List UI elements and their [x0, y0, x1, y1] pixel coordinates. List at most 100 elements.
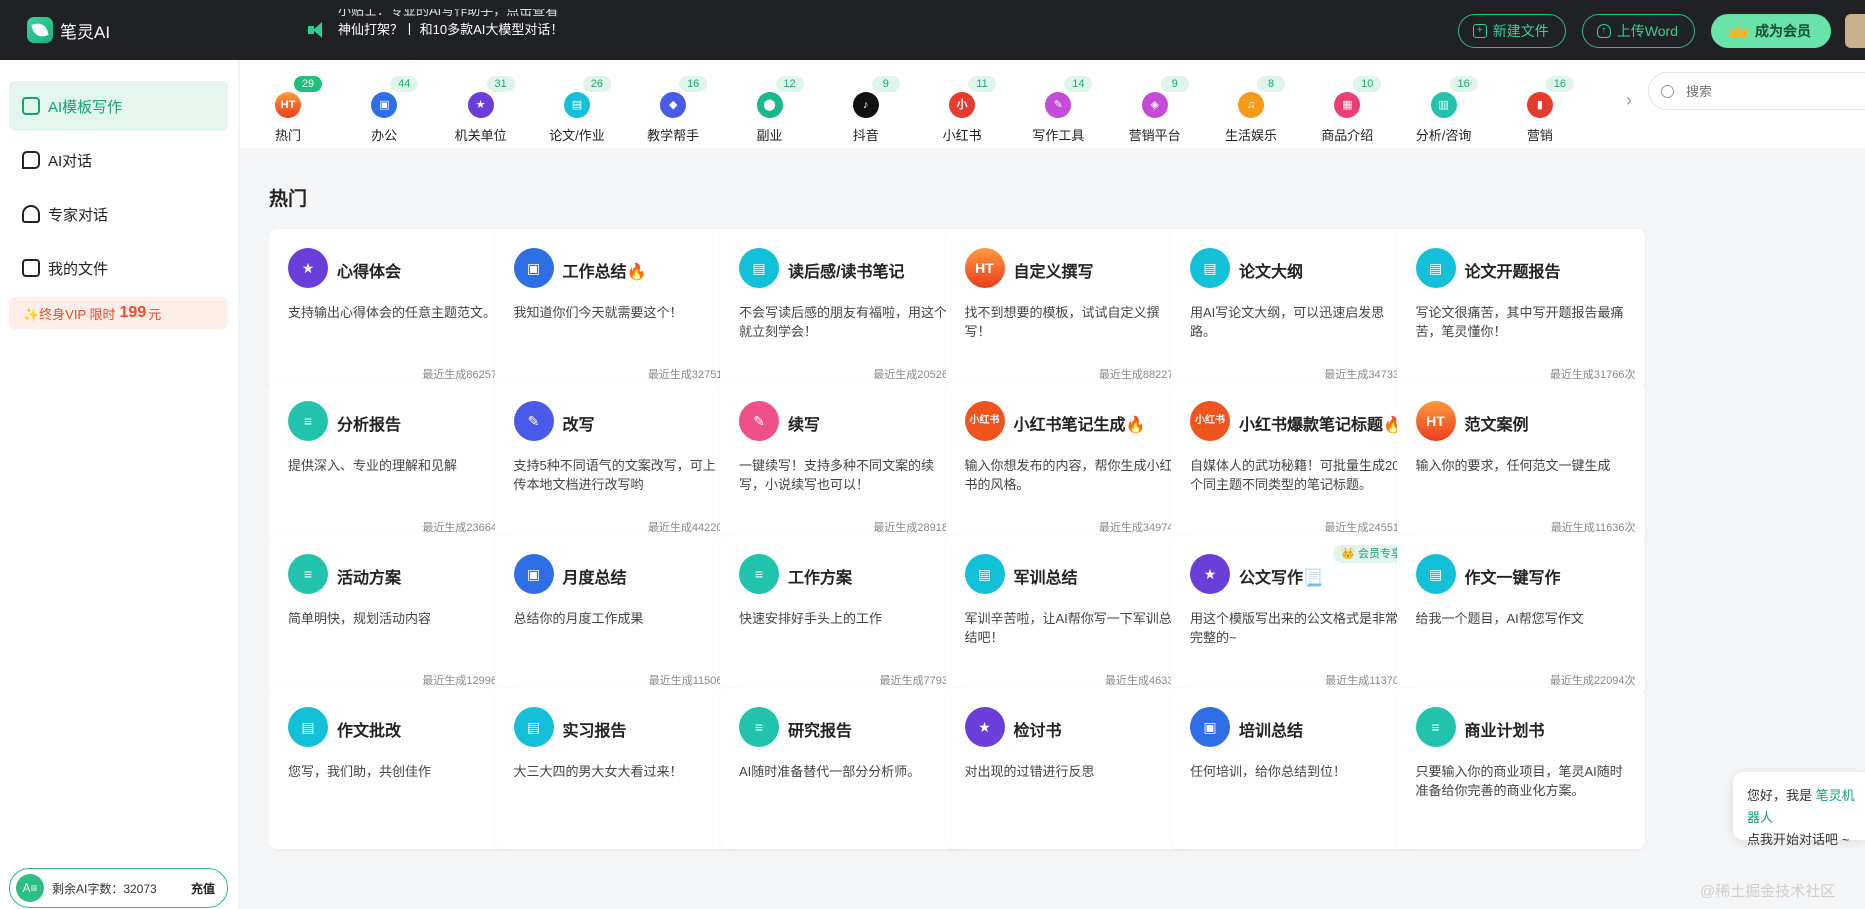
- template-card[interactable]: HT 范文案例 输入你的要求，任何范文一键生成 最近生成11636次: [1396, 382, 1645, 543]
- category-tab[interactable]: 10 ▦ 商品介绍: [1299, 68, 1395, 146]
- logo[interactable]: 笔灵AI: [27, 17, 110, 43]
- card-title: 心得体会: [337, 264, 402, 281]
- template-card[interactable]: 小红书 小红书爆款笔记标题🔥 自媒体人的武功秘籍！可批量生成20个同主题不同类型的笔…: [1171, 382, 1419, 543]
- template-icon: ▤: [513, 707, 554, 747]
- card-description: 一键续写！支持多种不同文案的续写，小说续写也可以！: [739, 458, 935, 492]
- template-icon: HT: [1415, 401, 1456, 441]
- card-title: 续写: [788, 417, 821, 434]
- user-avatar[interactable]: [1845, 14, 1865, 48]
- category-tab[interactable]: 12 ⬤ 副业: [722, 68, 818, 146]
- template-card[interactable]: ▤ 论文大纲 用AI写论文大纲，可以迅速启发思路。 最近生成34733次: [1171, 229, 1419, 390]
- template-card[interactable]: ≡ 活动方案 简单明快，规划活动内容 最近生成12996次: [269, 535, 517, 696]
- card-description: 总结你的月度工作成果: [513, 611, 644, 626]
- template-card[interactable]: 小红书 小红书笔记生成🔥 输入你想发布的内容，帮你生成小红书的风格。 最近生成3497…: [945, 382, 1194, 543]
- category-tab[interactable]: 31 ★ 机关单位: [433, 68, 529, 146]
- category-icon: ▦: [1334, 92, 1361, 118]
- template-card[interactable]: ✎ 改写 支持5种不同语气的文案改写，可上传本地文档进行改写哟 最近生成44220次: [494, 382, 743, 543]
- plus-file-icon: +: [1472, 24, 1487, 38]
- section-title: 热门: [269, 189, 308, 210]
- card-description: 不会写读后感的朋友有福啦，用这个就立刻学会！: [739, 305, 948, 339]
- category-tab[interactable]: 14 ✎ 写作工具: [1010, 68, 1106, 146]
- card-description: 您写，我们助，共创佳作: [288, 764, 432, 779]
- card-description: 支持5种不同语气的文案改写，可上传本地文档进行改写哟: [513, 458, 716, 492]
- template-card[interactable]: ▣ 工作总结🔥 我知道你们今天就需要这个！ 最近生成32751次: [494, 229, 743, 390]
- template-card[interactable]: ▣ 培训总结 任何培训，给你总结到位！: [1171, 688, 1419, 849]
- template-card[interactable]: ▤ 实习报告 大三大四的男大女大看过来！: [494, 688, 743, 849]
- template-card[interactable]: ≡ 商业计划书 只要输入你的商业项目，笔灵AI随时准备给你完善的商业化方案。: [1396, 688, 1645, 849]
- card-description: 自媒体人的武功秘籍！可批量生成20个同主题不同类型的笔记标题。: [1190, 458, 1400, 492]
- category-icon: ★: [467, 92, 494, 118]
- category-tab[interactable]: 9 ◈ 营销平台: [1107, 68, 1203, 146]
- sidebar-item-ai-template[interactable]: AI模板写作: [9, 81, 228, 131]
- template-card[interactable]: ▤ 读后感/读书笔记 不会写读后感的朋友有福啦，用这个就立刻学会！ 最近生成20526…: [720, 229, 968, 390]
- template-card[interactable]: ≡ 研究报告 AI随时准备替代一部分分析师。: [720, 688, 968, 849]
- expert-icon: [22, 205, 40, 223]
- notice-bar[interactable]: 小贴士：专业的AI写作助手，点击查看 神仙打架？丨 和10多款AI大模型对话！: [306, 9, 563, 51]
- category-tab[interactable]: 8 ♫ 生活娱乐: [1203, 68, 1299, 146]
- logo-icon: [27, 17, 53, 43]
- category-icon: ◈: [1141, 92, 1168, 118]
- category-tab[interactable]: 16 ▮ 营销: [1492, 68, 1588, 146]
- card-description: 对出现的过错进行反思: [964, 764, 1095, 779]
- category-label: 副业: [756, 128, 783, 143]
- search-box[interactable]: [1648, 72, 1865, 110]
- category-count-badge: 12: [775, 76, 804, 92]
- chat-assistant-bubble[interactable]: 您好，我是 笔灵机器人 点我开始对话吧 ~: [1733, 772, 1865, 847]
- template-card[interactable]: ▣ 月度总结 总结你的月度工作成果 最近生成11506次: [494, 535, 743, 696]
- card-description: 输入你的要求，任何范文一键生成: [1415, 458, 1611, 473]
- sidebar-item-label: 专家对话: [48, 206, 109, 224]
- template-card[interactable]: ★ 检讨书 对出现的过错进行反思: [945, 688, 1194, 849]
- template-card[interactable]: ▤ 作文一键写作 给我一个题目，AI帮您写作文 最近生成22094次: [1396, 535, 1645, 696]
- become-member-button[interactable]: 成为会员: [1711, 14, 1831, 48]
- sidebar-item-label: 我的文件: [48, 260, 109, 278]
- category-tab[interactable]: 16 ◆ 教学帮手: [625, 68, 721, 146]
- category-label: 机关单位: [454, 128, 507, 143]
- template-card[interactable]: ≡ 工作方案 快速安排好手头上的工作 最近生成7793次: [720, 535, 968, 696]
- card-description: 任何培训，给你总结到位！: [1190, 764, 1347, 779]
- template-card[interactable]: ▤ 论文开题报告 写论文很痛苦，其中写开题报告最痛苦，笔灵懂你！ 最近生成31766次: [1396, 229, 1645, 390]
- template-card[interactable]: HT 自定义撰写 找不到想要的模板，试试自定义撰写！ 最近生成88227次: [945, 229, 1194, 390]
- card-description: 输入你想发布的内容，帮你生成小红书的风格。: [964, 458, 1173, 492]
- chevron-right-icon[interactable]: ›: [1626, 90, 1632, 111]
- category-tab[interactable]: 29 HT 热门: [240, 68, 336, 146]
- template-card[interactable]: ≡ 分析报告 提供深入、专业的理解和见解 最近生成23664次: [269, 382, 517, 543]
- vip-promo-banner[interactable]: ✨终身VIP 限时 199 元: [9, 297, 228, 329]
- template-icon: HT: [964, 248, 1005, 288]
- recharge-button[interactable]: 充值: [191, 880, 215, 897]
- template-icon: ≡: [288, 401, 328, 441]
- template-card[interactable]: ★ 心得体会 支持输出心得体会的任意主题范文。 最近生成86257次: [269, 229, 517, 390]
- category-tab[interactable]: 11 小小红书: [914, 68, 1010, 146]
- template-icon: ≡: [739, 707, 779, 747]
- megaphone-icon: [306, 22, 326, 38]
- category-tab[interactable]: 44 ▣ 办公: [336, 68, 432, 146]
- template-icon: ▤: [739, 248, 779, 288]
- sidebar-item-expert-chat[interactable]: 专家对话: [9, 189, 228, 239]
- become-member-label: 成为会员: [1755, 23, 1811, 39]
- category-count-badge: 11: [968, 76, 997, 92]
- watermark: @稀土掘金技术社区: [1700, 883, 1836, 900]
- template-card[interactable]: ▤ 军训总结 军训辛苦啦，让AI帮你写一下军训总结吧！ 最近生成4633次: [945, 535, 1194, 696]
- category-tab[interactable]: 9 ♪ 抖音: [818, 68, 914, 146]
- template-card[interactable]: ✎ 续写 一键续写！支持多种不同文案的续写，小说续写也可以！ 最近生成28918次: [720, 382, 968, 543]
- sidebar-item-my-files[interactable]: 我的文件: [9, 243, 228, 293]
- card-usage-count: 最近生成31766次: [1549, 369, 1636, 381]
- upload-word-button[interactable]: ↑ 上传Word: [1581, 14, 1695, 48]
- search-input[interactable]: [1686, 83, 1836, 99]
- card-description: 提供深入、专业的理解和见解: [288, 458, 458, 473]
- template-card[interactable]: ★ 公文写作📃 用这个模版写出来的公文格式是非常完整的~ 最近生成11370次 👑 会员…: [1171, 535, 1419, 696]
- sidebar-item-label: AI模板写作: [48, 98, 123, 116]
- category-icon: ▤: [563, 92, 590, 118]
- category-label: 营销平台: [1128, 128, 1181, 143]
- card-title: 公文写作📃: [1239, 570, 1323, 587]
- template-card[interactable]: ▤ 作文批改 您写，我们助，共创佳作: [269, 688, 517, 849]
- chat-greeting: 您好，我是: [1747, 788, 1816, 803]
- sidebar-item-ai-chat[interactable]: AI对话: [9, 135, 228, 185]
- category-label: 营销: [1526, 128, 1553, 143]
- new-file-button[interactable]: + 新建文件: [1457, 14, 1566, 48]
- card-title: 论文开题报告: [1464, 264, 1561, 281]
- template-icon: ▤: [1415, 554, 1456, 594]
- category-tab[interactable]: 26 ▤ 论文/作业: [529, 68, 625, 146]
- category-tab[interactable]: 16 ▥ 分析/咨询: [1396, 68, 1492, 146]
- category-label: 生活娱乐: [1224, 128, 1277, 143]
- card-title: 作文批改: [337, 723, 402, 740]
